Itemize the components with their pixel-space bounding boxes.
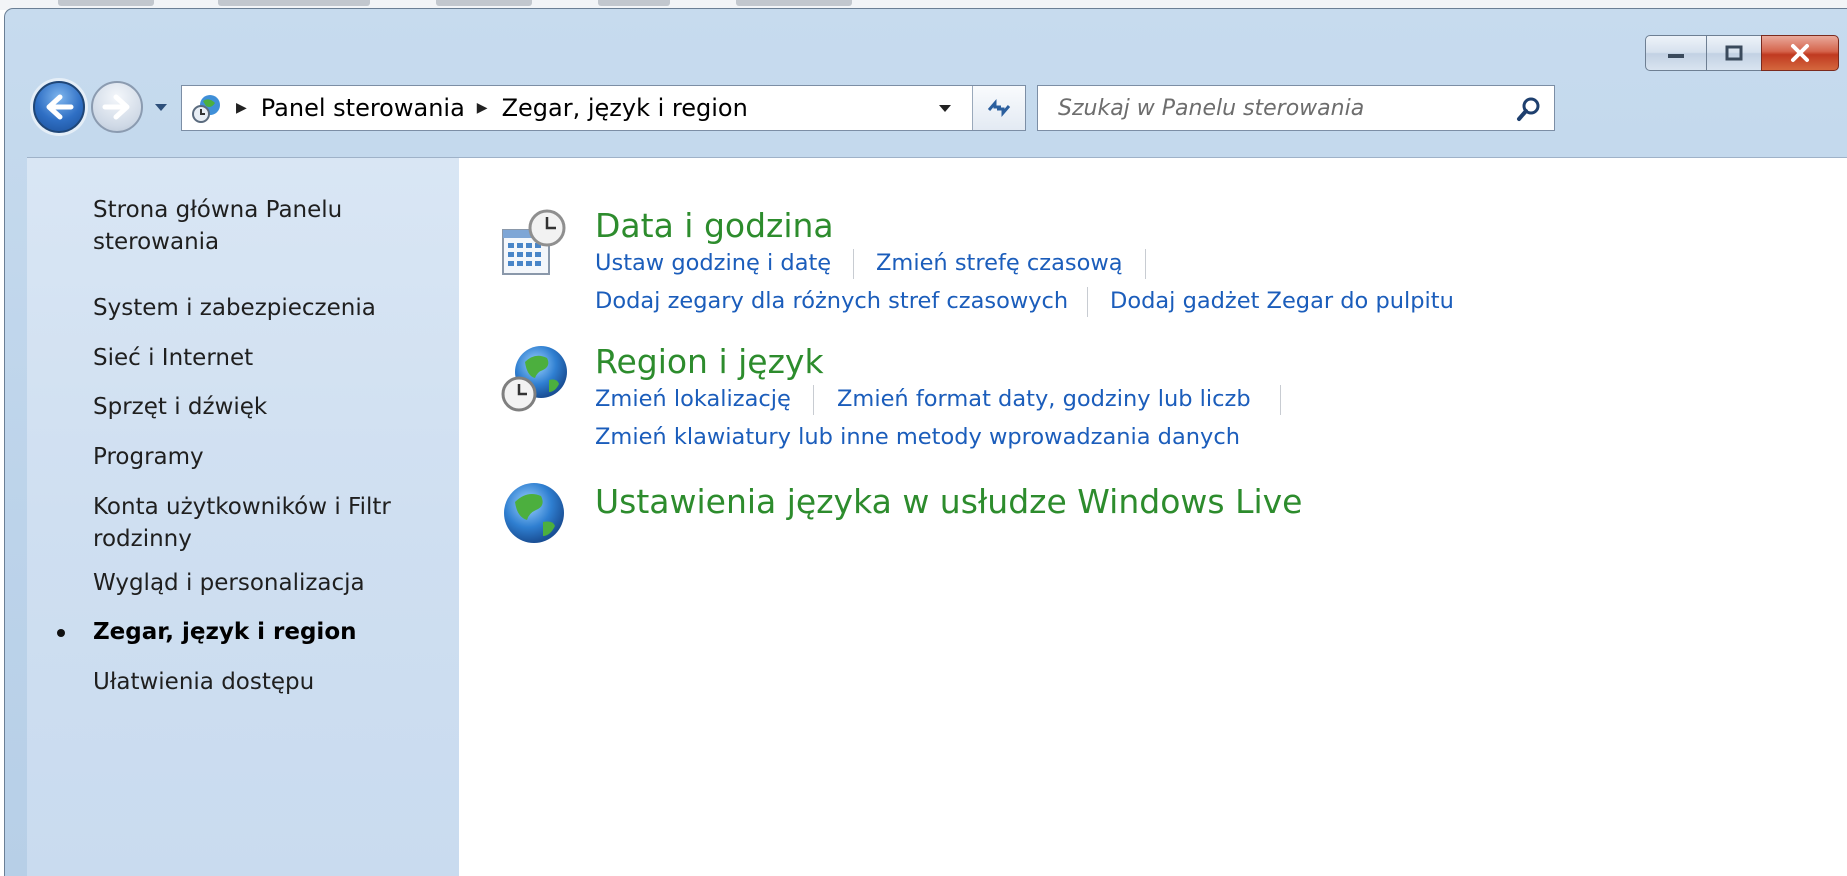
recent-pages-dropdown[interactable] [151,97,171,117]
search-input[interactable] [1056,94,1490,122]
link-add-clock-gadget[interactable]: Dodaj gadżet Zegar do pulpitu [1110,288,1454,314]
caption-buttons [1645,35,1839,71]
close-icon [1791,44,1809,62]
link-add-clocks[interactable]: Dodaj zegary dla różnych stref czasowych [595,288,1068,314]
link-separator [1145,249,1146,279]
link-change-date-format[interactable]: Zmień format daty, godziny lub liczb [837,386,1251,412]
category-title-region-language[interactable]: Region i język [595,342,824,381]
link-set-time-date[interactable]: Ustaw godzinę i datę [595,250,831,276]
search-box[interactable] [1037,85,1555,131]
breadcrumb-separator-icon[interactable]: ▶ [236,100,247,116]
globe-clock-icon[interactable] [499,342,571,416]
breadcrumb: ▶ Panel sterowania ▶ Zegar, język i regi… [224,94,748,122]
globe-icon[interactable] [501,480,567,546]
sidebar-item-appearance[interactable]: Wygląd i personalizacja [93,567,433,599]
navigation-bar: ▶ Panel sterowania ▶ Zegar, język i regi… [5,81,1847,145]
link-separator [1087,287,1088,317]
forward-button[interactable] [91,81,143,133]
sidebar-item-programs[interactable]: Programy [93,441,433,473]
maximize-button[interactable] [1706,35,1762,71]
arrow-right-icon [102,94,130,120]
link-separator [813,385,814,415]
sidebar-item-hardware-sound[interactable]: Sprzęt i dźwięk [93,391,433,423]
link-change-time-zone[interactable]: Zmień strefę czasową [876,250,1123,276]
sidebar-item-clock-language-region[interactable]: Zegar, język i region [93,616,433,648]
address-bar[interactable]: ▶ Panel sterowania ▶ Zegar, język i regi… [181,85,1026,131]
content-area: Strona główna Panelu sterowania System i… [27,157,1847,876]
link-change-keyboards[interactable]: Zmień klawiatury lub inne metody wprowad… [595,424,1240,450]
minimize-icon [1668,54,1684,58]
search-icon[interactable] [1514,94,1544,124]
minimize-button[interactable] [1645,35,1707,71]
arrow-left-icon [46,94,74,120]
sidebar: Strona główna Panelu sterowania System i… [27,158,459,876]
breadcrumb-separator-icon[interactable]: ▶ [477,100,488,116]
sidebar-item-ease-of-access[interactable]: Ułatwienia dostępu [93,666,433,698]
link-change-location[interactable]: Zmień lokalizację [595,386,791,412]
address-dropdown-button[interactable] [925,86,965,130]
sidebar-item-system-security[interactable]: System i zabezpieczenia [93,292,433,324]
breadcrumb-control-panel[interactable]: Panel sterowania [261,94,465,122]
close-button[interactable] [1761,35,1839,71]
main-panel: Data i godzina Ustaw godzinę i datę Zmie… [459,158,1847,876]
sidebar-item-control-panel-home[interactable]: Strona główna Panelu sterowania [93,194,433,258]
category-title-windows-live-language[interactable]: Ustawienia języka w usłudze Windows Live [595,482,1302,521]
sidebar-item-network-internet[interactable]: Sieć i Internet [93,342,433,374]
chevron-down-icon [939,105,951,112]
breadcrumb-clock-language-region[interactable]: Zegar, język i region [502,94,748,122]
sidebar-item-user-accounts[interactable]: Konta użytkowników i Filtr rodzinny [93,491,433,555]
category-title-date-time[interactable]: Data i godzina [595,206,834,245]
active-item-bullet-icon [57,629,65,637]
calendar-clock-icon[interactable] [499,208,567,280]
maximize-icon [1725,45,1743,61]
link-separator [1280,385,1281,415]
link-separator [853,249,854,279]
refresh-icon [987,98,1011,118]
chevron-down-icon [155,104,167,111]
control-panel-icon [192,95,220,123]
refresh-button[interactable] [972,86,1025,130]
back-button[interactable] [33,81,85,133]
control-panel-window: ▶ Panel sterowania ▶ Zegar, język i regi… [4,8,1847,876]
